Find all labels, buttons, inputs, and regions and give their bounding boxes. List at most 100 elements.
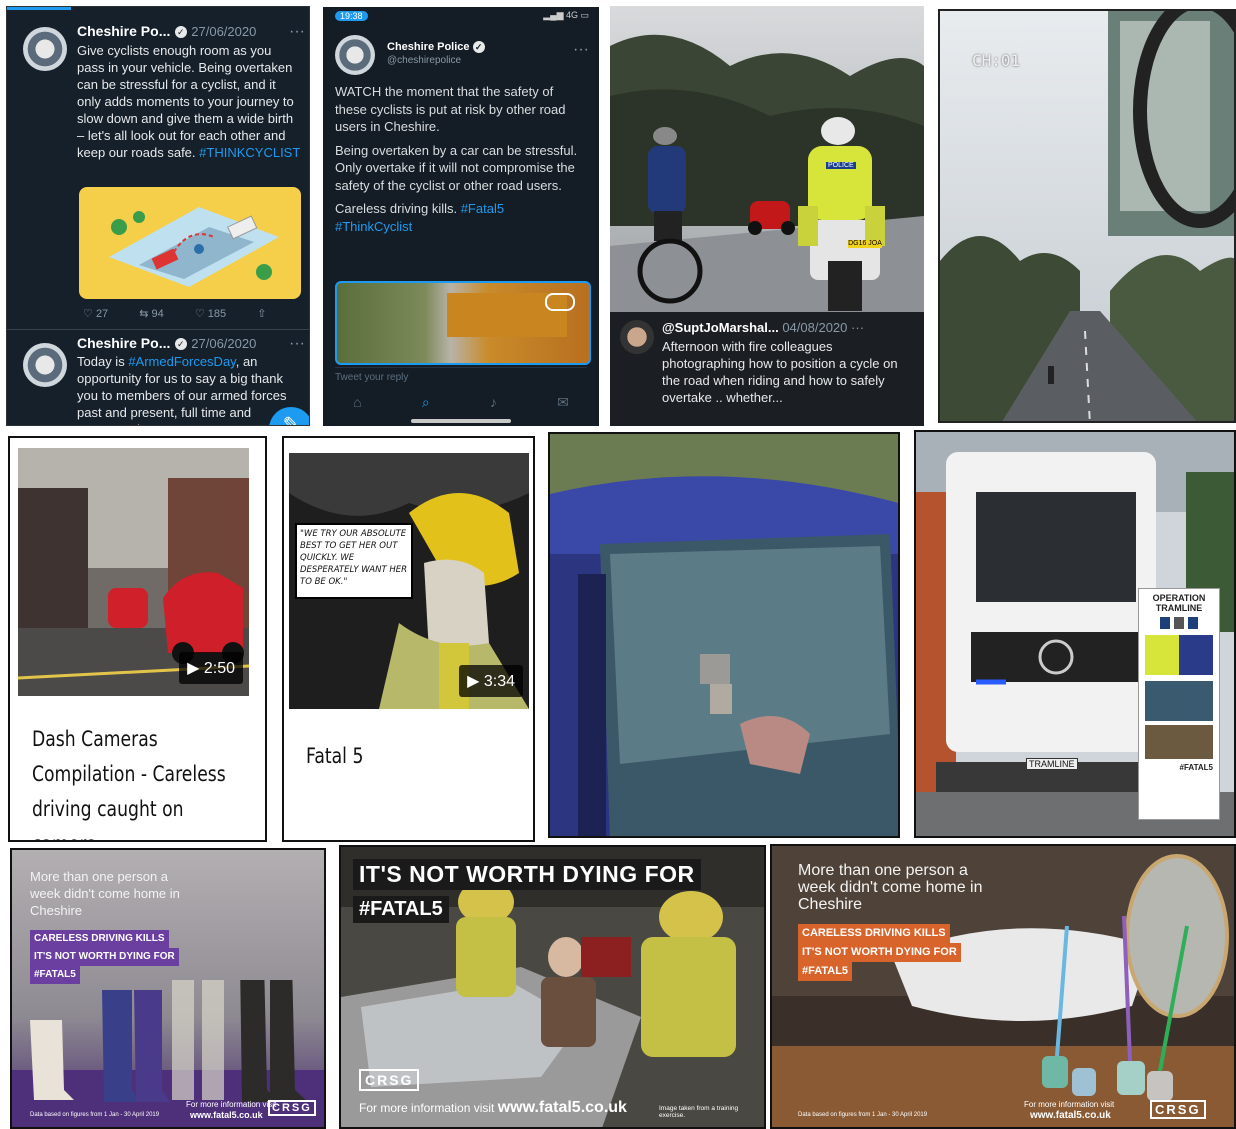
poster-footnote: Data based on figures from 1 Jan - 30 Ap… (798, 1112, 928, 1118)
avatar[interactable] (620, 320, 654, 354)
tweet-author[interactable]: @SuptJoMarshal... (662, 320, 779, 335)
tweet-paragraph: WATCH the moment that the safety of thes… (335, 84, 566, 134)
roller-banner: OPERATION TRAMLINE #FATAL5 (1138, 588, 1220, 820)
badge-row (1139, 617, 1219, 629)
tweet-screenshot-cyclists: Cheshire Po... ✓ 27/06/2020 ··· Give cyc… (6, 6, 310, 426)
verified-icon: ✓ (174, 337, 187, 350)
crsg-logo: CRSG (268, 1100, 316, 1116)
crsg-logo: CRSG (1150, 1100, 1206, 1119)
retweet-count: 94 (151, 308, 164, 320)
hashtag-link[interactable]: #ArmedForcesDay (128, 354, 235, 369)
avatar[interactable] (23, 343, 67, 387)
poster-rescue[interactable]: IT'S NOT WORTH DYING FOR #FATAL5 CRSG Fo… (339, 845, 766, 1129)
more-options-icon[interactable]: ··· (289, 335, 305, 353)
bottom-nav: ⌂ ⌕ ♪ ✉ (323, 387, 599, 417)
poster-url[interactable]: www.fatal5.co.uk (1030, 1110, 1111, 1121)
tweet-paragraph: Careless driving kills. #Fatal5 (335, 200, 587, 218)
poster-headline: IT'S NOT WORTH DYING FOR (353, 859, 701, 890)
photo-scene (610, 6, 924, 316)
poster-headline: More than one person a week didn't come … (798, 862, 983, 913)
more-options-icon[interactable]: ··· (851, 320, 864, 335)
progress-indicator (7, 7, 71, 10)
retweet-icon[interactable]: ⇆ (139, 308, 148, 320)
license-plate: DG16 JOA (848, 240, 882, 248)
operation-tramline-truck-photo[interactable]: TRAMLINE OPERATION TRAMLINE #FATAL5 (914, 430, 1236, 838)
dashcam-footage[interactable]: CH:01 (938, 9, 1236, 423)
hashtag-link[interactable]: #Fatal5 (461, 201, 504, 216)
video-card-fatal5[interactable]: "WE TRY OUR ABSOLUTE BEST TO GET HER OUT… (282, 436, 535, 842)
video-card-dash-cameras[interactable]: ▶ 2:50 Dash Cameras Compilation - Carele… (8, 436, 267, 842)
divider (7, 329, 309, 330)
more-options-icon[interactable]: ··· (289, 23, 305, 41)
speech-text: "WE TRY OUR ABSOLUTE BEST TO GET HER OUT… (300, 529, 408, 587)
tweet-date: 04/08/2020 (782, 320, 848, 335)
banner-title: OPERATION TRAMLINE (1152, 593, 1206, 613)
avatar[interactable] (335, 35, 375, 75)
hashtag-link[interactable]: #ThinkCyclist (335, 218, 587, 236)
tweet-author[interactable]: Cheshire Po... (77, 23, 170, 39)
duration-text: 3:34 (483, 673, 515, 690)
video-duration: ▶ 2:50 (179, 652, 243, 684)
tweet-actions: ♡ 27 ⇆ 94 ♡ 185 ⇧ (83, 307, 283, 320)
home-icon[interactable]: ⌂ (353, 394, 361, 410)
slogan-line: #FATAL5 (798, 962, 853, 981)
slogan-line: CARELESS DRIVING KILLS (798, 924, 950, 943)
info-label: For more information visit (359, 1101, 495, 1115)
tweet-body: Give cyclists enough room as you pass in… (77, 42, 301, 161)
reply-count: 27 (95, 308, 109, 320)
share-icon[interactable]: ⇧ (257, 308, 266, 320)
poster-url[interactable]: www.fatal5.co.uk (498, 1099, 627, 1116)
plate: TRAMLINE (1026, 758, 1078, 770)
tweet-author[interactable]: Cheshire Po... (77, 335, 170, 351)
play-icon[interactable]: ▶ (187, 660, 199, 677)
police-badge-icon (1188, 617, 1198, 629)
cyclist-illustration[interactable] (79, 187, 301, 299)
banner-photo (1145, 681, 1213, 721)
slogan-line: CARELESS DRIVING KILLS (30, 930, 169, 948)
poster-footnote: Data based on figures from 1 Jan - 30 Ap… (30, 1112, 160, 1118)
video-preview[interactable] (335, 281, 591, 365)
notifications-icon[interactable]: ♪ (490, 394, 497, 410)
status-time: 19:38 (335, 11, 368, 21)
info-label: For more information visit (1024, 1100, 1115, 1109)
tweet-date: 27/06/2020 (191, 24, 257, 39)
slogan-line: IT'S NOT WORTH DYING FOR (30, 948, 179, 966)
tweet-author-name: Cheshire Police (387, 41, 470, 53)
police-badge-icon (1174, 617, 1184, 629)
video-title[interactable]: Dash Cameras Compilation - Careless driv… (32, 722, 229, 840)
info-line: For more information visit www.fatal5.co… (359, 1099, 627, 1117)
reply-icon[interactable]: ♡ (83, 308, 93, 320)
gif-icon (545, 293, 575, 311)
reply-input[interactable]: Tweet your reply (335, 367, 587, 388)
tweet-screenshot-watch: 19:38 ▂▄▆ 4G ▭ Cheshire Police ✓ @cheshi… (323, 7, 599, 426)
poster-footnote: Image taken from a training exercise. (659, 1105, 739, 1119)
car-window-scene (550, 434, 898, 836)
tweet-paragraph: Being overtaken by a car can be stressfu… (335, 142, 578, 193)
search-icon[interactable]: ⌕ (422, 394, 430, 411)
poster-boots[interactable]: More than one person a week didn't come … (10, 848, 326, 1129)
driver-in-car-photo[interactable] (548, 432, 900, 838)
messages-icon[interactable]: ✉ (557, 394, 569, 411)
road-illustration-graphic (109, 207, 279, 287)
hashtag-link[interactable]: #THINKCYCLIST (199, 145, 300, 160)
more-options-icon[interactable]: ··· (573, 41, 589, 59)
avatar[interactable] (23, 27, 67, 71)
home-indicator (411, 419, 511, 423)
tweet-date: 27/06/2020 (191, 336, 257, 351)
tweet-text: Give cyclists enough room as you pass in… (77, 43, 294, 160)
tweet-text: Today is (77, 354, 129, 369)
tweet-body: WATCH the moment that the safety of thes… (335, 83, 587, 235)
poster-headline: More than one person a week didn't come … (30, 869, 180, 918)
tweet-handle: @cheshirepolice (387, 55, 462, 66)
tweet-author[interactable]: Cheshire Police ✓ (387, 41, 485, 54)
video-duration: ▶ 3:34 (459, 665, 523, 697)
poster-toothbrushes[interactable]: More than one person a week didn't come … (770, 844, 1236, 1129)
like-icon[interactable]: ♡ (195, 308, 205, 320)
video-thumbnail[interactable]: ▶ 2:50 (18, 448, 249, 696)
police-label: POLICE (826, 162, 856, 169)
video-thumbnail[interactable]: "WE TRY OUR ABSOLUTE BEST TO GET HER OUT… (289, 453, 529, 709)
info-label: For more information visit (186, 1100, 277, 1109)
play-icon[interactable]: ▶ (467, 673, 479, 690)
video-title[interactable]: Fatal 5 (306, 744, 363, 768)
poster-url[interactable]: www.fatal5.co.uk (190, 1110, 263, 1120)
